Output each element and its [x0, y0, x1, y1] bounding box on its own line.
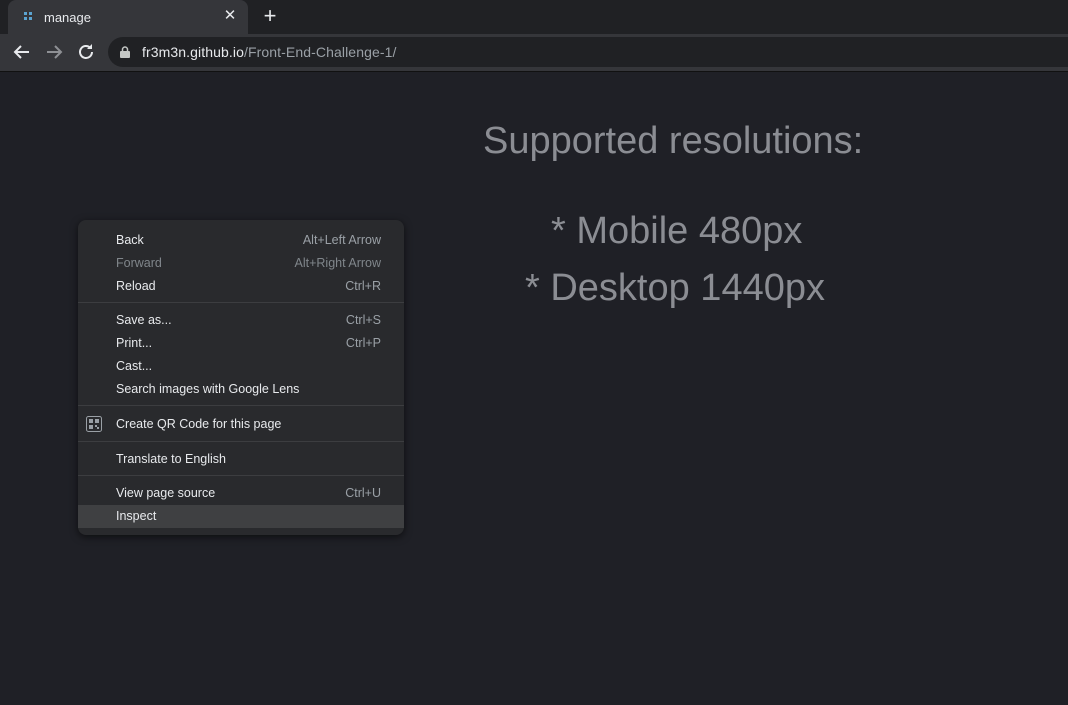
- menu-item-create-qr-code[interactable]: Create QR Code for this page: [78, 413, 404, 436]
- menu-item-label: Reload: [116, 279, 156, 293]
- menu-item-shortcut: Alt+Right Arrow: [294, 256, 382, 270]
- qr-code-icon: [86, 416, 102, 432]
- forward-arrow-icon: [47, 45, 63, 59]
- menu-item-label: Cast...: [116, 359, 153, 373]
- resolution-item: * Desktop 1440px: [525, 267, 825, 309]
- menu-item-save-as[interactable]: Save as... Ctrl+S: [78, 309, 404, 332]
- browser-toolbar: fr3m3n.github.io/Front-End-Challenge-1/: [0, 34, 1068, 72]
- menu-item-label: Back: [116, 233, 144, 247]
- menu-item-label: Save as...: [116, 313, 172, 327]
- url-text: fr3m3n.github.io/Front-End-Challenge-1/: [142, 44, 397, 60]
- menu-item-reload[interactable]: Reload Ctrl+R: [78, 275, 404, 298]
- back-arrow-icon: [13, 45, 29, 59]
- menu-item-translate[interactable]: Translate to English: [78, 448, 404, 471]
- menu-item-view-source[interactable]: View page source Ctrl+U: [78, 482, 404, 505]
- menu-item-label: Inspect: [116, 509, 157, 523]
- back-button[interactable]: [10, 40, 34, 64]
- close-tab-icon[interactable]: ✕: [220, 6, 240, 26]
- menu-item-label: Forward: [116, 256, 162, 270]
- menu-item-label: Translate to English: [116, 452, 227, 466]
- menu-item-forward[interactable]: Forward Alt+Right Arrow: [78, 252, 404, 275]
- address-bar[interactable]: fr3m3n.github.io/Front-End-Challenge-1/: [108, 37, 1068, 67]
- context-menu: Back Alt+Left Arrow Forward Alt+Right Ar…: [78, 220, 404, 535]
- menu-item-inspect[interactable]: Inspect: [78, 505, 404, 528]
- menu-item-label: Create QR Code for this page: [116, 417, 282, 431]
- tab-title: manage: [44, 10, 91, 25]
- menu-separator: [78, 405, 404, 406]
- menu-separator: [78, 441, 404, 442]
- menu-item-shortcut: Ctrl+S: [345, 313, 381, 327]
- menu-item-label: View page source: [116, 486, 216, 500]
- menu-item-shortcut: Alt+Left Arrow: [302, 233, 381, 247]
- lock-icon: [120, 46, 130, 58]
- new-tab-button[interactable]: +: [258, 5, 282, 29]
- menu-item-cast[interactable]: Cast...: [78, 355, 404, 378]
- menu-item-shortcut: Ctrl+R: [345, 279, 381, 293]
- browser-tab[interactable]: manage ✕: [8, 0, 248, 34]
- reload-button[interactable]: [74, 40, 98, 64]
- menu-separator: [78, 302, 404, 303]
- site-favicon-icon: [24, 12, 34, 22]
- forward-button[interactable]: [42, 40, 66, 64]
- url-path: /Front-End-Challenge-1/: [244, 44, 397, 60]
- menu-item-label: Print...: [116, 336, 153, 350]
- menu-item-back[interactable]: Back Alt+Left Arrow: [78, 229, 404, 252]
- menu-separator: [78, 475, 404, 476]
- menu-item-label: Search images with Google Lens: [116, 382, 300, 396]
- reload-icon: [79, 44, 93, 59]
- resolution-item: * Mobile 480px: [551, 210, 803, 252]
- url-host: fr3m3n.github.io: [142, 44, 244, 60]
- tab-strip: manage ✕ +: [0, 0, 1068, 34]
- menu-item-shortcut: Ctrl+P: [345, 336, 381, 350]
- menu-item-google-lens[interactable]: Search images with Google Lens: [78, 378, 404, 401]
- menu-item-shortcut: Ctrl+U: [345, 486, 381, 500]
- menu-item-print[interactable]: Print... Ctrl+P: [78, 332, 404, 355]
- page-heading: Supported resolutions:: [483, 120, 864, 162]
